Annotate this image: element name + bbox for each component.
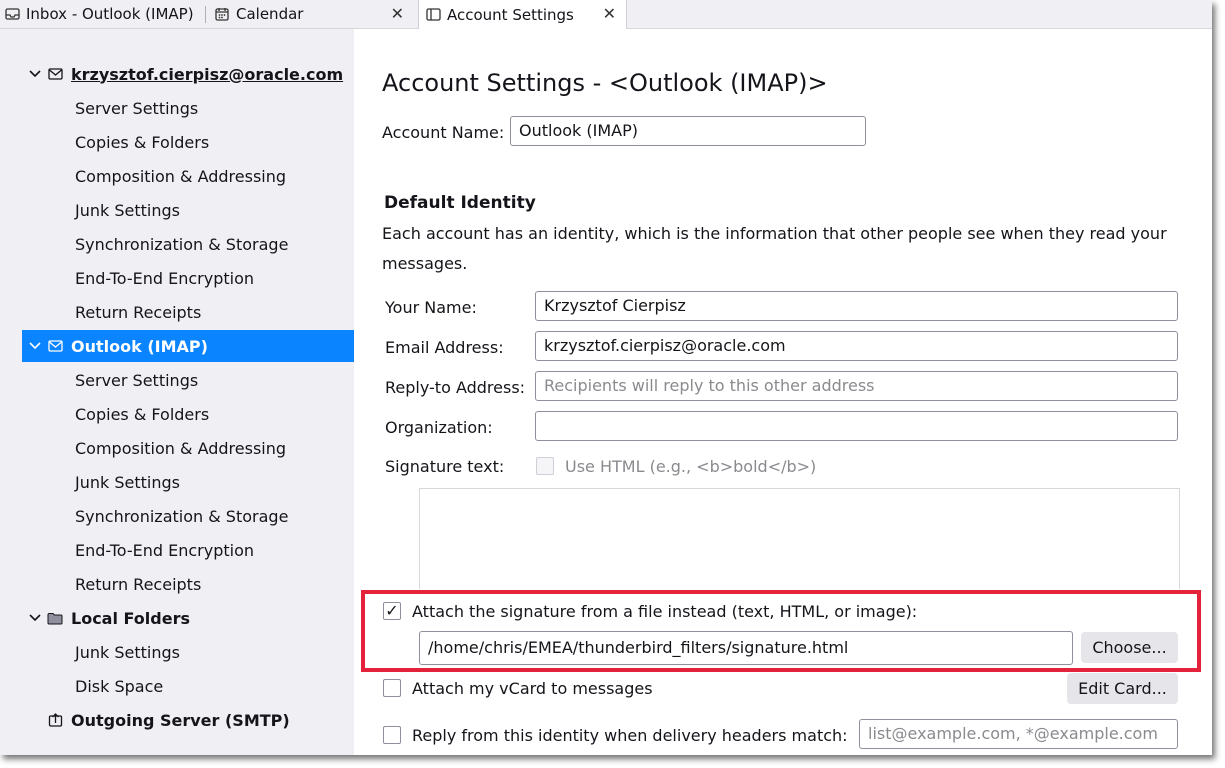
tab-inbox[interactable]: Inbox - Outlook (IMAP) — [4, 0, 204, 28]
reply-identity-input[interactable]: list@example.com, *@example.com — [859, 719, 1178, 749]
sidebar-item-label: Synchronization & Storage — [75, 234, 289, 254]
account-krzysztof[interactable]: krzysztof.cierpisz@oracle.com — [22, 58, 354, 90]
account-name-label: Account Name: — [382, 123, 505, 142]
close-icon[interactable]: ✕ — [391, 4, 404, 23]
tab-account-settings-label: Account Settings — [447, 5, 574, 24]
sidebar-item-label: Server Settings — [75, 370, 199, 390]
sidebar-item-sync-storage[interactable]: Synchronization & Storage — [22, 228, 354, 260]
sidebar-item-label: Return Receipts — [75, 574, 202, 594]
organization-input[interactable] — [535, 411, 1178, 441]
sidebar-item-return-receipts[interactable]: Return Receipts — [22, 568, 354, 600]
highlight-annotation — [361, 590, 1201, 672]
sidebar-item-label: Junk Settings — [75, 200, 180, 220]
identity-description: Each account has an identity, which is t… — [382, 224, 1167, 273]
sidebar-item-label: Junk Settings — [75, 642, 180, 662]
sidebar-item-label: Synchronization & Storage — [75, 506, 289, 526]
account-name-input[interactable]: Outlook (IMAP) — [510, 116, 866, 146]
organization-label: Organization: — [385, 418, 493, 437]
default-identity-heading: Default Identity — [384, 193, 536, 213]
account-name: krzysztof.cierpisz@oracle.com — [71, 64, 344, 84]
chevron-down-icon[interactable] — [28, 342, 42, 350]
your-name-input[interactable]: Krzysztof Cierpisz — [535, 291, 1178, 321]
tab-calendar[interactable]: Calendar ✕ — [214, 0, 414, 28]
signature-textarea[interactable] — [419, 488, 1180, 589]
close-icon[interactable]: ✕ — [603, 4, 616, 23]
tab-account-settings[interactable]: Account Settings ✕ — [418, 0, 627, 29]
email-input[interactable]: krzysztof.cierpisz@oracle.com — [535, 331, 1178, 361]
reply-to-input[interactable]: Recipients will reply to this other addr… — [535, 371, 1178, 401]
attach-vcard-label: Attach my vCard to messages — [412, 679, 653, 698]
chevron-down-icon[interactable] — [28, 614, 42, 622]
sidebar-item-e2e-encryption[interactable]: End-To-End Encryption — [22, 262, 354, 294]
sidebar-item-sync-storage[interactable]: Synchronization & Storage — [22, 500, 354, 532]
tab-separator — [205, 6, 206, 23]
sidebar-item-label: Disk Space — [75, 676, 164, 696]
tab-calendar-label: Calendar — [236, 5, 304, 23]
page-title: Account Settings - <Outlook (IMAP)> — [382, 69, 828, 97]
sidebar-item-label: Junk Settings — [75, 472, 180, 492]
edit-card-button[interactable]: Edit Card... — [1067, 673, 1178, 704]
sidebar-item-label: Composition & Addressing — [75, 166, 287, 186]
reply-identity-checkbox[interactable] — [383, 726, 401, 744]
sidebar-item-label: End-To-End Encryption — [75, 540, 255, 560]
tab-inbox-label: Inbox - Outlook (IMAP) — [26, 5, 194, 23]
sidebar-item-composition[interactable]: Composition & Addressing — [22, 160, 354, 192]
sidebar-item-label: Copies & Folders — [75, 132, 210, 152]
outgoing-server-icon — [46, 713, 64, 727]
attach-vcard-checkbox[interactable] — [383, 679, 401, 697]
calendar-icon — [214, 6, 230, 22]
sidebar-item-junk-settings[interactable]: Junk Settings — [22, 636, 354, 668]
sidebar-item-label: Composition & Addressing — [75, 438, 287, 458]
email-label: Email Address: — [385, 338, 504, 357]
mail-icon — [46, 67, 64, 81]
mail-icon — [46, 339, 64, 353]
account-outlook-imap[interactable]: Outlook (IMAP) — [22, 330, 354, 362]
account-local-folders[interactable]: Local Folders — [22, 602, 354, 634]
sidebar-item-e2e-encryption[interactable]: End-To-End Encryption — [22, 534, 354, 566]
sidebar-item-junk-settings[interactable]: Junk Settings — [22, 466, 354, 498]
sidebar-item-label: Server Settings — [75, 98, 199, 118]
account-name: Outgoing Server (SMTP) — [71, 710, 290, 730]
window: Inbox - Outlook (IMAP) Calendar ✕ Accoun… — [0, 0, 1212, 755]
reply-to-label: Reply-to Address: — [385, 378, 526, 397]
tab-bar: Inbox - Outlook (IMAP) Calendar ✕ Accoun… — [0, 0, 1212, 29]
your-name-label: Your Name: — [385, 298, 477, 317]
sidebar-item-copies-folders[interactable]: Copies & Folders — [22, 398, 354, 430]
sidebar-item-junk-settings[interactable]: Junk Settings — [22, 194, 354, 226]
sidebar-item-server-settings[interactable]: Server Settings — [22, 364, 354, 396]
inbox-icon — [4, 6, 20, 22]
sidebar-item-server-settings[interactable]: Server Settings — [22, 92, 354, 124]
sidebar-item-label: Copies & Folders — [75, 404, 210, 424]
sidebar-item-label: End-To-End Encryption — [75, 268, 255, 288]
signature-label: Signature text: — [385, 457, 505, 476]
account-name: Local Folders — [71, 608, 190, 628]
sidebar-item-label: Return Receipts — [75, 302, 202, 322]
account-tree: krzysztof.cierpisz@oracle.com Server Set… — [0, 29, 354, 755]
sidebar-item-return-receipts[interactable]: Return Receipts — [22, 296, 354, 328]
chevron-down-icon[interactable] — [28, 70, 42, 78]
settings-page-icon — [425, 7, 441, 23]
use-html-label: Use HTML (e.g., <b>bold</b>) — [565, 457, 817, 476]
sidebar-item-disk-space[interactable]: Disk Space — [22, 670, 354, 702]
use-html-checkbox[interactable] — [536, 457, 554, 475]
outgoing-server-smtp[interactable]: Outgoing Server (SMTP) — [22, 704, 354, 736]
folder-icon — [46, 611, 64, 625]
sidebar-item-composition[interactable]: Composition & Addressing — [22, 432, 354, 464]
account-name: Outlook (IMAP) — [71, 336, 208, 356]
reply-identity-label: Reply from this identity when delivery h… — [412, 726, 848, 745]
sidebar-item-copies-folders[interactable]: Copies & Folders — [22, 126, 354, 158]
